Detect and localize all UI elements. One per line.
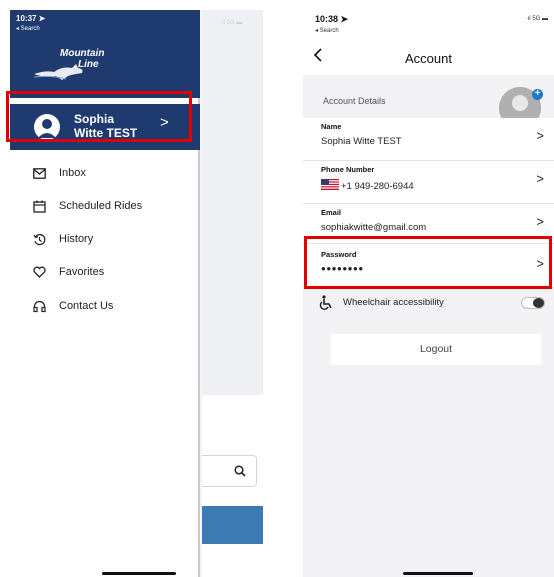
logo-text-mountain: Mountain <box>60 48 105 59</box>
page: ·ıl 5G ▬ 10:37 ➤ ◂ Search Mountain Line <box>0 0 554 577</box>
phone-label: Phone Number <box>321 165 375 174</box>
network-type: 5G <box>532 16 541 22</box>
add-photo-icon[interactable]: + <box>532 89 543 100</box>
status-time: 10:37 ➤ <box>16 14 46 23</box>
menu-item-contact-us[interactable]: Contact Us <box>10 294 200 318</box>
home-indicator <box>403 572 473 575</box>
menu-label-history: History <box>59 233 94 245</box>
heart-icon <box>31 264 47 280</box>
us-flag-icon <box>321 179 339 190</box>
right-phone-screen: 10:38 ➤ ◂ Search ·ıl 5G ▬ Account Accoun… <box>303 10 554 577</box>
account-header: 10:38 ➤ ◂ Search ·ıl 5G ▬ Account <box>303 10 554 75</box>
home-indicator <box>102 572 176 575</box>
menu-item-favorites[interactable]: Favorites <box>10 260 200 284</box>
logout-button[interactable]: Logout <box>331 334 541 365</box>
toggle-knob <box>533 298 544 308</box>
chevron-right-icon: > <box>536 214 544 229</box>
email-value: sophiakwitte@gmail.com <box>321 222 427 233</box>
name-field[interactable]: Name Sophia Witte TEST > <box>303 118 554 161</box>
phone-value-row: +1 949-280-6944 <box>321 179 414 192</box>
back-to-search-link[interactable]: ◂ Search <box>16 25 40 32</box>
chevron-right-icon: > <box>536 171 544 186</box>
menu-item-history[interactable]: History <box>10 227 200 251</box>
mountain-line-logo: Mountain Line <box>32 48 122 82</box>
drawer-header: 10:37 ➤ ◂ Search Mountain Line <box>10 10 200 98</box>
map-background <box>202 10 263 395</box>
wheelchair-icon <box>319 295 332 310</box>
menu-label-scheduled-rides: Scheduled Rides <box>59 200 143 212</box>
mail-icon <box>31 165 47 181</box>
name-value: Sophia Witte TEST <box>321 136 402 147</box>
wheelchair-row: Wheelchair accessibility <box>303 292 554 314</box>
menu-item-scheduled-rides[interactable]: Scheduled Rides <box>10 194 200 218</box>
highlight-box-profile <box>6 91 192 142</box>
phone-field[interactable]: Phone Number +1 949-280-6944 > <box>303 161 554 204</box>
wheelchair-toggle[interactable] <box>521 297 545 309</box>
status-time: 10:38 ➤ <box>315 14 349 24</box>
map-status-bar: ·ıl 5G ▬ <box>220 20 243 26</box>
menu-label-contact-us: Contact Us <box>59 300 114 312</box>
menu-label-inbox: Inbox <box>59 167 86 179</box>
destination-search-input[interactable] <box>202 455 257 487</box>
section-label: Account Details <box>323 96 386 106</box>
goat-icon <box>33 64 83 80</box>
plan-trip-button[interactable] <box>202 506 263 544</box>
history-icon <box>31 231 47 247</box>
chevron-right-icon: > <box>536 128 544 143</box>
phone-value: +1 949-280-6944 <box>341 181 414 192</box>
calendar-icon <box>31 198 47 214</box>
headset-icon <box>31 298 47 314</box>
name-label: Name <box>321 122 342 131</box>
wheelchair-label: Wheelchair accessibility <box>343 297 444 308</box>
back-to-search-link[interactable]: ◂ Search <box>315 27 339 34</box>
menu-label-favorites: Favorites <box>59 266 105 278</box>
email-label: Email <box>321 208 342 217</box>
menu-item-inbox[interactable]: Inbox <box>10 161 200 185</box>
search-icon <box>234 465 246 477</box>
highlight-box-password <box>304 236 552 289</box>
status-signal: ·ıl 5G ▬ <box>525 16 548 22</box>
page-title: Account <box>405 51 452 66</box>
